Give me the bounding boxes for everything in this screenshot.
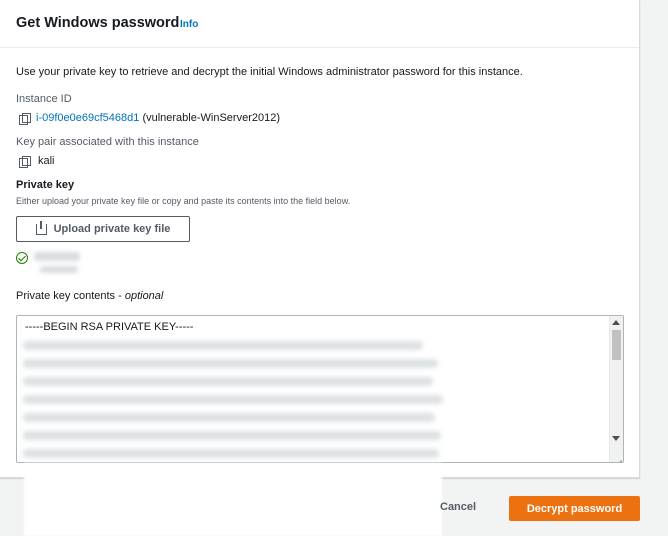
scroll-thumb[interactable] [612, 330, 621, 360]
redacted-key-line [23, 341, 423, 350]
redacted-key-line [23, 395, 443, 404]
instance-id-link[interactable]: i-09f0e0e69cf5468d1 [36, 112, 139, 124]
description-text: Use your private key to retrieve and dec… [16, 66, 523, 78]
decrypt-password-button[interactable]: Decrypt password [509, 496, 640, 521]
private-key-label: Private key [16, 179, 75, 191]
redacted-key-line [23, 413, 435, 422]
get-windows-password-panel: Get Windows password Info Use your priva… [0, 0, 640, 478]
page-title: Get Windows password [16, 15, 180, 31]
key-pair-value: kali [38, 155, 55, 167]
instance-id-value: i-09f0e0e69cf5468d1 (vulnerable-WinServe… [36, 112, 280, 124]
copy-icon[interactable] [19, 156, 31, 168]
scroll-down-icon[interactable] [612, 436, 620, 441]
redacted-key-overflow [24, 463, 442, 536]
redacted-key-line [23, 449, 439, 458]
redacted-key-line [23, 377, 433, 386]
instance-name: (vulnerable-WinServer2012) [142, 112, 280, 124]
instance-id-label: Instance ID [16, 93, 72, 105]
key-pair-label: Key pair associated with this instance [16, 136, 199, 148]
textarea-scrollbar[interactable] [609, 316, 623, 462]
redacted-key-line [23, 431, 441, 440]
redacted-key-line [23, 359, 438, 368]
panel-header: Get Windows password Info [0, 0, 639, 48]
info-link[interactable]: Info [180, 19, 198, 30]
upload-icon [35, 220, 47, 235]
key-begin-line: -----BEGIN RSA PRIVATE KEY----- [25, 321, 194, 333]
private-key-textarea[interactable]: -----BEGIN RSA PRIVATE KEY----- [16, 315, 624, 463]
private-key-contents-label: Private key contents - optional [16, 290, 163, 302]
optional-label: optional [124, 290, 164, 302]
resize-grip-icon[interactable] [613, 452, 622, 461]
copy-icon[interactable] [19, 113, 31, 125]
private-key-hint: Either upload your private key file or c… [16, 196, 351, 206]
contents-label-text: Private key contents - [16, 290, 125, 302]
cancel-button[interactable]: Cancel [440, 501, 476, 513]
scroll-up-icon[interactable] [612, 320, 620, 325]
upload-private-key-button[interactable]: Upload private key file [16, 216, 190, 242]
upload-button-label: Upload private key file [53, 223, 171, 235]
redacted-file-size [40, 266, 78, 273]
redacted-file-name [34, 252, 80, 261]
success-check-icon [16, 252, 28, 264]
